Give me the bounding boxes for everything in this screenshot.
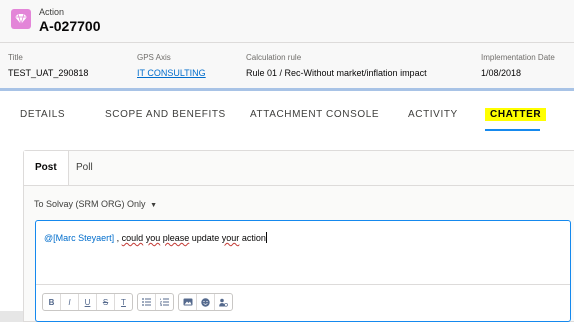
field-label: Calculation rule [246, 53, 302, 62]
field-title: Title TEST_UAT_290818 [8, 53, 88, 78]
tab-bar: DETAILS SCOPE AND BENEFITS ATTACHMENT CO… [0, 91, 574, 137]
tab-poll[interactable]: Poll [65, 151, 104, 185]
header-divider [0, 42, 574, 43]
text-cursor [265, 232, 267, 243]
mention-link[interactable]: @[Marc Steyaert] [44, 233, 114, 243]
diamond-icon [11, 9, 31, 29]
emoji-button[interactable] [197, 294, 215, 310]
toolbar-divider [36, 284, 570, 285]
message-text: , [114, 233, 122, 243]
tab-activity[interactable]: ACTIVITY [408, 109, 458, 120]
post-text: @[Marc Steyaert] , could you please upda… [44, 232, 267, 243]
tab-chatter[interactable]: CHATTER [485, 108, 547, 121]
tab-chatter-label: CHATTER [485, 108, 547, 121]
field-label: GPS Axis [137, 53, 171, 62]
numbered-list-icon [160, 298, 169, 306]
audience-selector[interactable]: To Solvay (SRM ORG) Only ▼ [34, 199, 157, 209]
field-calculation-rule: Calculation rule Rule 01 / Rec-Without m… [246, 53, 427, 78]
record-header: Action A-027700 Title TEST_UAT_290818 GP… [0, 0, 574, 89]
object-type: Action [39, 7, 65, 17]
mention-button[interactable] [215, 294, 232, 310]
tab-attachment-console[interactable]: ATTACHMENT CONSOLE [250, 109, 379, 120]
tab-details[interactable]: DETAILS [20, 109, 65, 120]
misspelled-word: your [221, 233, 240, 243]
record-name: A-027700 [39, 18, 101, 34]
record-tabs-panel: DETAILS SCOPE AND BENEFITS ATTACHMENT CO… [0, 91, 574, 322]
bold-button[interactable]: B [43, 294, 61, 310]
formatting-toolbar: B I U S T [42, 293, 237, 311]
text-style-group: B I U S T [42, 293, 133, 311]
field-value: TEST_UAT_290818 [8, 68, 89, 78]
post-textarea[interactable]: @[Marc Steyaert] , could you please upda… [35, 220, 571, 322]
underline-button[interactable]: U [79, 294, 97, 310]
post-message: , could you please update your action [114, 233, 266, 243]
insert-group [178, 293, 233, 311]
misspelled-word: please [162, 233, 190, 243]
field-value: 1/08/2018 [481, 68, 522, 78]
numbered-list-button[interactable] [156, 294, 173, 310]
image-button[interactable] [179, 294, 197, 310]
bulleted-list-icon [142, 298, 151, 306]
chatter-publisher: Post Poll To Solvay (SRM ORG) Only ▼ @[M… [23, 150, 574, 322]
tab-post[interactable]: Post [24, 151, 69, 185]
strikethrough-button[interactable]: S [97, 294, 115, 310]
field-implementation-date: Implementation Date 1/08/2018 [481, 53, 555, 78]
audience-value: Solvay (SRM ORG) Only [46, 199, 146, 209]
message-text: update [189, 233, 222, 243]
tab-scope-and-benefits[interactable]: SCOPE AND BENEFITS [105, 109, 226, 120]
bulleted-list-button[interactable] [138, 294, 156, 310]
to-label: To [34, 199, 44, 209]
list-group [137, 293, 174, 311]
emoji-icon [201, 297, 210, 307]
field-gps-axis: GPS Axis IT CONSULTING [137, 53, 206, 78]
caret-down-icon: ▼ [150, 202, 157, 209]
message-text: action [239, 233, 266, 243]
field-label: Implementation Date [481, 53, 555, 62]
italic-button[interactable]: I [61, 294, 79, 310]
active-tab-indicator [485, 129, 540, 131]
misspelled-word: you [145, 233, 161, 243]
publisher-tabs: Post Poll [24, 151, 574, 186]
clear-formatting-button[interactable]: T [115, 294, 132, 310]
field-label: Title [8, 53, 23, 62]
misspelled-word: could [121, 233, 144, 243]
mention-user-icon [219, 298, 228, 307]
gps-axis-link[interactable]: IT CONSULTING [137, 68, 206, 78]
field-value: Rule 01 / Rec-Without market/inflation i… [246, 68, 427, 78]
image-icon [183, 298, 192, 306]
